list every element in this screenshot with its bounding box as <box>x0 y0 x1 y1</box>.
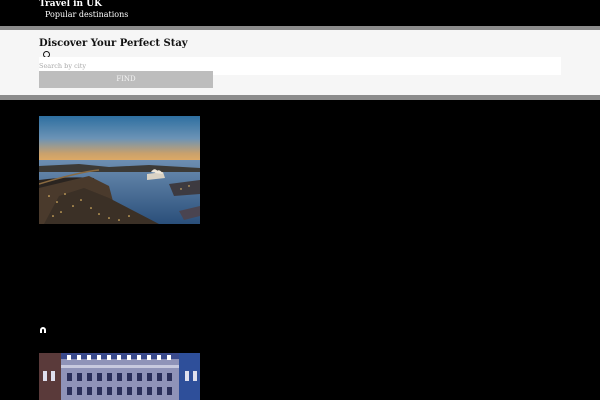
location-pin-icon <box>40 327 46 333</box>
destination-image-hotel[interactable] <box>39 353 200 400</box>
hotel-building-photo <box>39 353 200 400</box>
site-title[interactable]: Travel in UK <box>39 0 339 9</box>
destination-image-harbour[interactable] <box>39 116 200 224</box>
find-button[interactable]: FIND <box>39 71 213 88</box>
nav-popular-destinations[interactable]: Popular destinations <box>45 9 339 21</box>
site-header: Travel in UK Popular destinations <box>39 0 339 21</box>
harbour-city-photo <box>39 116 200 224</box>
search-panel: Discover Your Perfect Stay FIND <box>0 26 600 100</box>
search-title: Discover Your Perfect Stay <box>39 38 188 49</box>
